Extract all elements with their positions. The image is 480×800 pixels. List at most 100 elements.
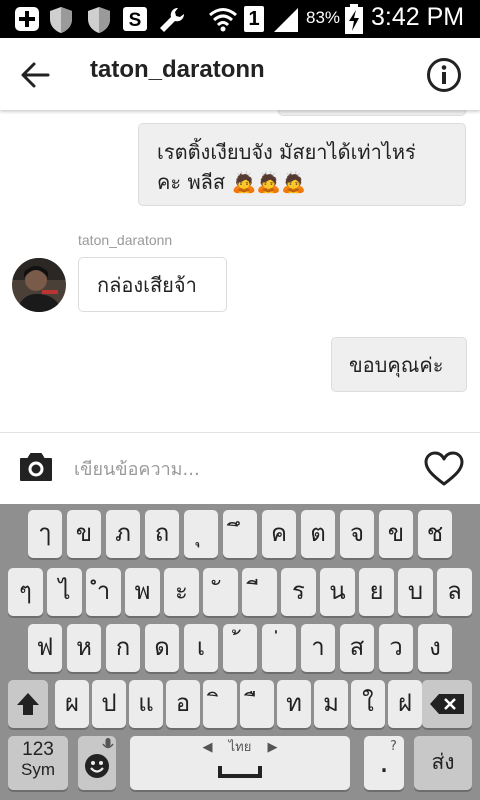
- heart-icon[interactable]: [424, 451, 464, 487]
- keyboard-key[interactable]: ฝ: [388, 680, 422, 728]
- key-label: ด: [154, 633, 170, 661]
- keyboard-key[interactable]: ม: [314, 680, 348, 728]
- keyboard-key[interactable]: ื: [240, 680, 274, 728]
- backspace-key[interactable]: [422, 680, 472, 728]
- key-label: ฝ: [397, 689, 413, 717]
- keyboard-key[interactable]: า: [301, 624, 335, 672]
- keyboard-key[interactable]: ไ: [47, 568, 82, 616]
- keyboard-key[interactable]: ุ: [184, 510, 218, 558]
- period-sublabel: ?: [390, 739, 397, 754]
- keyboard-key[interactable]: ๅ: [28, 510, 62, 558]
- keyboard-key[interactable]: ใ: [351, 680, 385, 728]
- message-bubble[interactable]: ขอบคุณค่ะ: [331, 337, 467, 392]
- avatar[interactable]: [12, 258, 66, 312]
- message-bubble[interactable]: เรตติ้งเงียบจัง มัสยาได้เท่าไหร่ คะ พลีส…: [138, 123, 466, 206]
- keyboard-key[interactable]: ส: [340, 624, 374, 672]
- keyboard-key[interactable]: ล: [437, 568, 472, 616]
- avatar-image: [12, 258, 66, 312]
- message-text-line: เรตติ้งเงียบจัง มัสยาได้เท่าไหร่: [157, 140, 416, 164]
- keyboard: ๅขภถุึคตจขชๆไำพะัีรนยบลฟหกดเ้่าสวงผปแอิื…: [0, 504, 480, 800]
- message-bubble[interactable]: กล่องเสียจ้า: [78, 257, 227, 312]
- key-label: แ: [138, 689, 154, 717]
- keyboard-key[interactable]: ต: [301, 510, 335, 558]
- keyboard-key[interactable]: ห: [67, 624, 101, 672]
- key-label: ม: [323, 689, 339, 717]
- keyboard-key[interactable]: ก: [106, 624, 140, 672]
- keyboard-key[interactable]: อ: [166, 680, 200, 728]
- keyboard-key[interactable]: จ: [340, 510, 374, 558]
- keyboard-key[interactable]: ผ: [55, 680, 89, 728]
- app-s-icon: S: [123, 7, 147, 31]
- keyboard-key[interactable]: ย: [359, 568, 394, 616]
- sim-badge: 1: [244, 6, 264, 32]
- signal-icon: [274, 8, 298, 32]
- message-text-line: คะ พลีส 🙇🙇🙇: [157, 167, 465, 197]
- keyboard-key[interactable]: ข: [67, 510, 101, 558]
- info-icon[interactable]: [426, 57, 462, 93]
- keyboard-key[interactable]: แ: [129, 680, 163, 728]
- microphone-icon: [102, 738, 114, 749]
- key-label: ย: [369, 577, 384, 605]
- send-key-label: ส่ง: [431, 750, 455, 774]
- shield-icon: [88, 7, 110, 33]
- key-label: ๅ: [39, 519, 51, 547]
- key-label: ำ: [96, 577, 111, 605]
- space-key[interactable]: ◀ ไทย ▶: [130, 736, 350, 790]
- keyboard-key[interactable]: ด: [145, 624, 179, 672]
- keyboard-key[interactable]: ิ: [203, 680, 237, 728]
- shift-key[interactable]: [8, 680, 48, 728]
- keyboard-key[interactable]: ึ: [223, 510, 257, 558]
- keyboard-key[interactable]: ท: [277, 680, 311, 728]
- keyboard-key[interactable]: ร: [281, 568, 316, 616]
- keyboard-key[interactable]: ภ: [106, 510, 140, 558]
- camera-icon[interactable]: [18, 451, 54, 483]
- key-label: ข: [387, 519, 405, 547]
- left-triangle-icon: ◀: [202, 740, 213, 755]
- keyboard-key[interactable]: ี: [242, 568, 277, 616]
- key-label: ภ: [115, 519, 131, 547]
- keyboard-key[interactable]: ป: [92, 680, 126, 728]
- conversation-title[interactable]: taton_daratonn: [90, 56, 265, 84]
- bowing-emoji: 🙇🙇🙇: [231, 170, 307, 194]
- keyboard-key[interactable]: ะ: [164, 568, 199, 616]
- symbols-key-bottom: Sym: [21, 760, 55, 779]
- keyboard-key[interactable]: ั: [203, 568, 238, 616]
- keyboard-key[interactable]: ง: [418, 624, 452, 672]
- battery-charging-icon: [345, 4, 363, 34]
- send-key[interactable]: ส่ง: [414, 736, 472, 790]
- right-triangle-icon: ▶: [267, 740, 278, 755]
- keyboard-key[interactable]: ฟ: [28, 624, 62, 672]
- message-text: กล่องเสียจ้า: [97, 273, 197, 297]
- symbols-key[interactable]: 123 Sym: [8, 736, 68, 790]
- key-label: า: [311, 633, 325, 661]
- keyboard-key[interactable]: ำ: [86, 568, 121, 616]
- keyboard-key[interactable]: ช: [418, 510, 452, 558]
- keyboard-key[interactable]: น: [320, 568, 355, 616]
- period-label: .: [379, 745, 389, 780]
- wrench-icon: [160, 7, 185, 32]
- emoji-key[interactable]: [78, 736, 116, 790]
- keyboard-key[interactable]: เ: [184, 624, 218, 672]
- key-label: ห: [76, 633, 92, 661]
- keyboard-key[interactable]: บ: [398, 568, 433, 616]
- shift-icon: [17, 693, 39, 715]
- keyboard-key[interactable]: ๆ: [8, 568, 43, 616]
- keyboard-key[interactable]: ้: [223, 624, 257, 672]
- keyboard-key[interactable]: ถ: [145, 510, 179, 558]
- key-label: ต: [310, 519, 326, 547]
- key-label: บ: [407, 577, 424, 605]
- key-label: ร: [292, 577, 305, 605]
- sim-slot-label: 1: [248, 8, 260, 30]
- keyboard-key[interactable]: ว: [379, 624, 413, 672]
- message-list[interactable]: เรตติ้งเงียบจัง มัสยาได้เท่าไหร่ คะ พลีส…: [0, 110, 480, 432]
- keyboard-key[interactable]: พ: [125, 568, 160, 616]
- message-input[interactable]: [72, 453, 406, 485]
- back-arrow-icon[interactable]: [18, 58, 52, 92]
- keyboard-key[interactable]: ่: [262, 624, 296, 672]
- period-key[interactable]: ? .: [364, 736, 404, 790]
- wifi-icon: [209, 8, 237, 32]
- key-label: ช: [426, 519, 444, 547]
- keyboard-key[interactable]: ข: [379, 510, 413, 558]
- symbols-key-top: 123: [22, 739, 54, 760]
- keyboard-key[interactable]: ค: [262, 510, 296, 558]
